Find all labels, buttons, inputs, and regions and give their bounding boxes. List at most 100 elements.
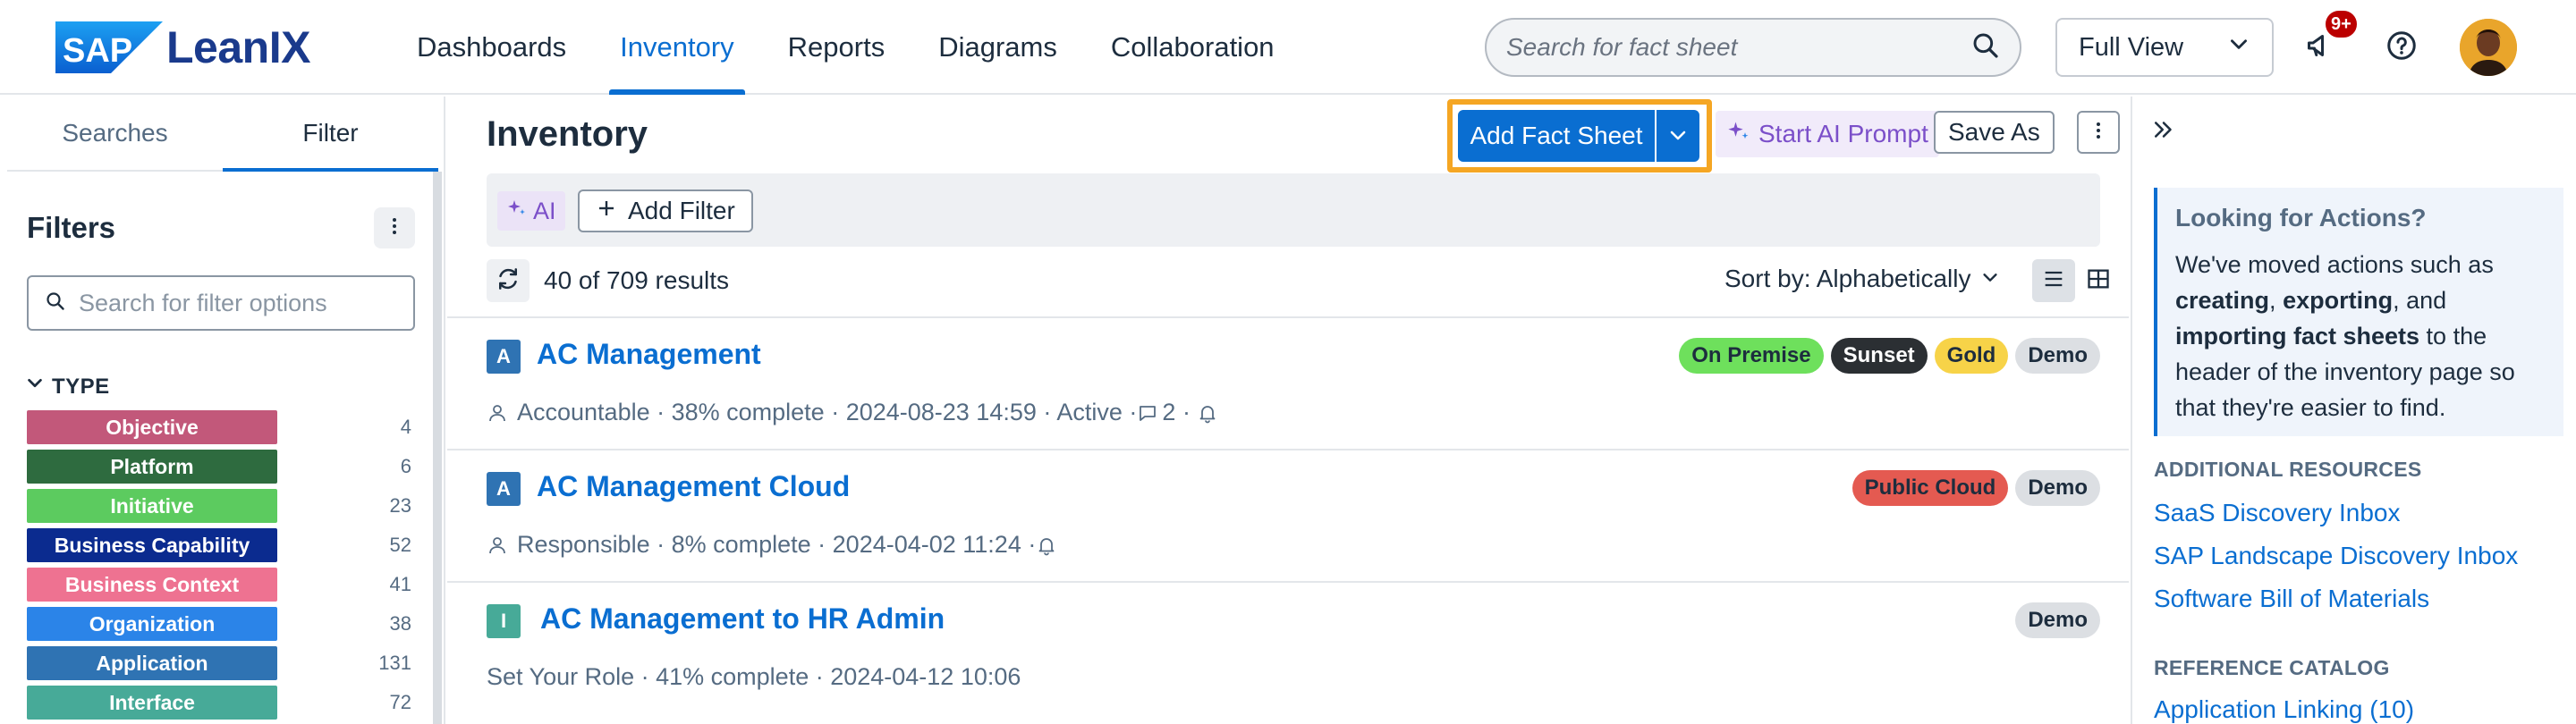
type-pill[interactable]: Initiative <box>27 489 277 523</box>
fact-sheet-link[interactable]: AC Management Cloud <box>537 470 850 503</box>
type-filter-item[interactable]: Business Context 41 <box>27 565 411 604</box>
type-count: 38 <box>389 612 411 635</box>
tag[interactable]: Demo <box>2015 602 2100 638</box>
nav-label: Inventory <box>620 31 734 63</box>
nav-inventory[interactable]: Inventory <box>593 0 761 95</box>
additional-resources-heading: ADDITIONAL RESOURCES <box>2154 458 2422 481</box>
type-filter-item[interactable]: Interface 72 <box>27 683 411 722</box>
type-filter-item[interactable]: Business Capability 52 <box>27 526 411 565</box>
notification-badge: 9+ <box>2324 9 2359 39</box>
list-item[interactable]: A AC Management On Premise Sunset Gold D… <box>447 316 2129 449</box>
type-count: 23 <box>389 494 411 517</box>
info-bold: exporting <box>2283 287 2394 314</box>
comment-count: 2 <box>1162 399 1176 425</box>
sort-label: Sort by: Alphabetically <box>1724 265 1971 292</box>
filter-search-placeholder: Search for filter options <box>79 289 327 316</box>
sparkle-icon <box>1726 119 1751 150</box>
bell-icon[interactable] <box>1197 402 1218 424</box>
list-item[interactable]: I AC Management to HR Admin Demo Set You… <box>447 581 2129 713</box>
view-select-value: Full View <box>2079 32 2184 62</box>
more-vertical-icon <box>384 215 405 241</box>
svg-text:SAP: SAP <box>63 32 132 70</box>
type-pill[interactable]: Business Capability <box>27 528 277 562</box>
tag[interactable]: Sunset <box>1830 338 1928 374</box>
save-as-button[interactable]: Save As <box>1934 111 2055 154</box>
view-select[interactable]: Full View <box>2055 18 2274 77</box>
tag-list: Public Cloud Demo <box>1852 470 2100 506</box>
software-bill-of-materials-link[interactable]: Software Bill of Materials <box>2154 585 2429 613</box>
type-pill[interactable]: Interface <box>27 686 277 720</box>
user-avatar[interactable] <box>2460 19 2517 76</box>
right-info-panel: Looking for Actions? We've moved actions… <box>2131 97 2576 724</box>
tag[interactable]: Gold <box>1934 338 2009 374</box>
fact-sheet-search-input[interactable]: Search for fact sheet <box>1485 18 2021 77</box>
tag[interactable]: Demo <box>2015 338 2100 374</box>
page-more-button[interactable] <box>2077 111 2120 154</box>
nav-dashboards[interactable]: Dashboards <box>390 0 593 95</box>
tab-filter[interactable]: Filter <box>223 97 438 172</box>
interface-type-icon: I <box>487 604 521 638</box>
type-pill[interactable]: Business Context <box>27 568 277 602</box>
type-filter-item[interactable]: Platform 6 <box>27 447 411 486</box>
fact-sheet-list: A AC Management On Premise Sunset Gold D… <box>447 316 2129 713</box>
list-item[interactable]: A AC Management Cloud Public Cloud Demo … <box>447 449 2129 581</box>
meta-text: Set Your Role · 41% complete · 2024-04-1… <box>487 663 1021 690</box>
ai-filter-chip[interactable]: AI <box>497 191 565 231</box>
filter-search-input[interactable]: Search for filter options <box>27 275 415 331</box>
tag-list: Demo <box>2015 602 2100 638</box>
type-section-header[interactable]: TYPE <box>25 374 110 400</box>
more-vertical-icon <box>2088 120 2109 146</box>
tag[interactable]: Public Cloud <box>1852 470 2009 506</box>
fact-sheet-meta: Responsible · 8% complete · 2024-04-02 1… <box>487 531 1057 559</box>
actions-info-box: Looking for Actions? We've moved actions… <box>2154 188 2563 436</box>
start-ai-prompt-button[interactable]: Start AI Prompt <box>1716 111 1939 157</box>
double-chevron-right-icon <box>2150 122 2177 147</box>
sidebar-scrollbar[interactable] <box>433 172 442 724</box>
nav-diagrams[interactable]: Diagrams <box>911 0 1084 95</box>
filter-sidebar: Searches Filter Filters Search for filte… <box>0 97 445 724</box>
bell-icon[interactable] <box>1036 535 1057 556</box>
sort-select[interactable]: Sort by: Alphabetically <box>1724 265 2009 293</box>
search-icon[interactable] <box>1971 31 2000 64</box>
collapse-panel-button[interactable] <box>2150 116 2177 147</box>
refresh-button[interactable] <box>487 259 530 302</box>
tag-list: On Premise Sunset Gold Demo <box>1679 338 2100 374</box>
app-logo[interactable]: SAP LeanIX <box>55 21 310 73</box>
person-icon <box>487 535 508 556</box>
saas-discovery-inbox-link[interactable]: SaaS Discovery Inbox <box>2154 499 2400 527</box>
nav-label: Reports <box>787 31 886 63</box>
type-pill[interactable]: Platform <box>27 450 277 484</box>
sap-landscape-discovery-inbox-link[interactable]: SAP Landscape Discovery Inbox <box>2154 542 2518 570</box>
tag[interactable]: On Premise <box>1679 338 1824 374</box>
grid-view-button[interactable] <box>2077 259 2120 302</box>
nav-reports[interactable]: Reports <box>761 0 912 95</box>
tab-searches[interactable]: Searches <box>7 97 223 170</box>
filters-more-button[interactable] <box>374 207 415 248</box>
type-count: 72 <box>389 691 411 713</box>
search-icon <box>45 290 66 316</box>
help-button[interactable] <box>2376 21 2428 73</box>
nav-collaboration[interactable]: Collaboration <box>1084 0 1301 95</box>
tag[interactable]: Demo <box>2015 470 2100 506</box>
type-count: 6 <box>400 455 411 477</box>
type-filter-item[interactable]: Application 131 <box>27 644 411 683</box>
active-filter-bar: AI Add Filter <box>487 173 2100 247</box>
main-nav: Dashboards Inventory Reports Diagrams Co… <box>390 0 1301 95</box>
fact-sheet-link[interactable]: AC Management <box>537 338 761 371</box>
type-filter-item[interactable]: Organization 38 <box>27 604 411 644</box>
add-fact-sheet-button[interactable]: Add Fact Sheet <box>1458 110 1655 162</box>
chevron-down-icon <box>2227 32 2250 63</box>
list-view-button[interactable] <box>2032 259 2075 302</box>
type-pill[interactable]: Organization <box>27 607 277 641</box>
type-pill[interactable]: Objective <box>27 410 277 444</box>
info-title: Looking for Actions? <box>2175 204 2427 232</box>
application-linking-link[interactable]: Application Linking (10) <box>2154 695 2414 724</box>
type-count: 52 <box>389 534 411 556</box>
type-filter-item[interactable]: Objective 4 <box>27 408 411 447</box>
add-fact-sheet-menu-button[interactable] <box>1655 110 1699 162</box>
type-filter-item[interactable]: Initiative 23 <box>27 486 411 526</box>
add-filter-button[interactable]: Add Filter <box>578 189 753 232</box>
type-pill[interactable]: Application <box>27 646 277 680</box>
sap-logo: SAP <box>55 21 163 73</box>
fact-sheet-link[interactable]: AC Management to HR Admin <box>540 602 945 636</box>
